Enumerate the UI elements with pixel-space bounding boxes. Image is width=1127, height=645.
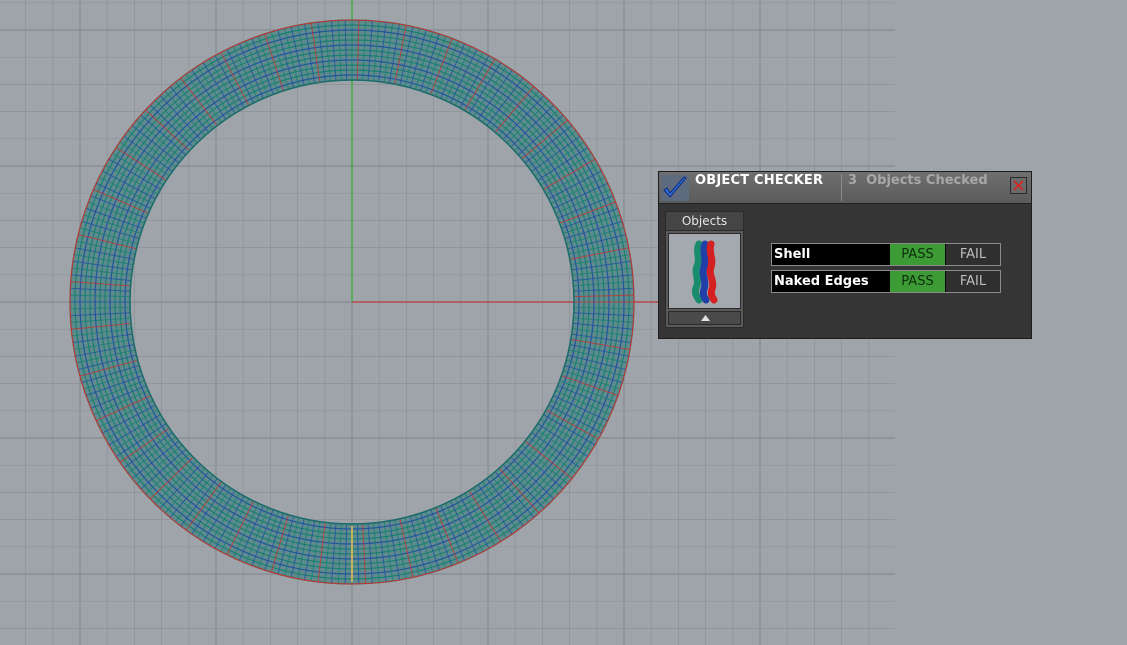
fail-button[interactable]: FAIL	[946, 244, 1000, 265]
objects-checked-summary: 3 Objects Checked	[848, 173, 988, 188]
chevron-up-icon	[701, 315, 710, 321]
pass-button[interactable]: PASS	[890, 271, 945, 292]
objects-list-panel: Objects	[665, 211, 744, 328]
objects-header: Objects	[666, 212, 743, 231]
scroll-up-button[interactable]	[668, 311, 741, 325]
check-row-shell: Shell PASS FAIL	[771, 243, 1001, 266]
checker-titlebar[interactable]: OBJECT CHECKER 3 Objects Checked	[659, 172, 1031, 204]
check-label: Shell	[774, 247, 811, 262]
close-icon	[1013, 180, 1024, 191]
pass-button[interactable]: PASS	[890, 244, 945, 265]
check-row-naked-edges: Naked Edges PASS FAIL	[771, 270, 1001, 293]
object-checker-panel: OBJECT CHECKER 3 Objects Checked Objects…	[658, 171, 1032, 339]
close-button[interactable]	[1010, 177, 1027, 194]
checker-title: OBJECT CHECKER	[695, 173, 824, 188]
title-divider	[841, 174, 842, 201]
check-label: Naked Edges	[774, 274, 869, 289]
ring-thumbnail-icon	[691, 240, 718, 304]
object-thumbnail[interactable]	[668, 233, 741, 309]
checkmark-icon	[661, 175, 689, 201]
fail-button[interactable]: FAIL	[946, 271, 1000, 292]
